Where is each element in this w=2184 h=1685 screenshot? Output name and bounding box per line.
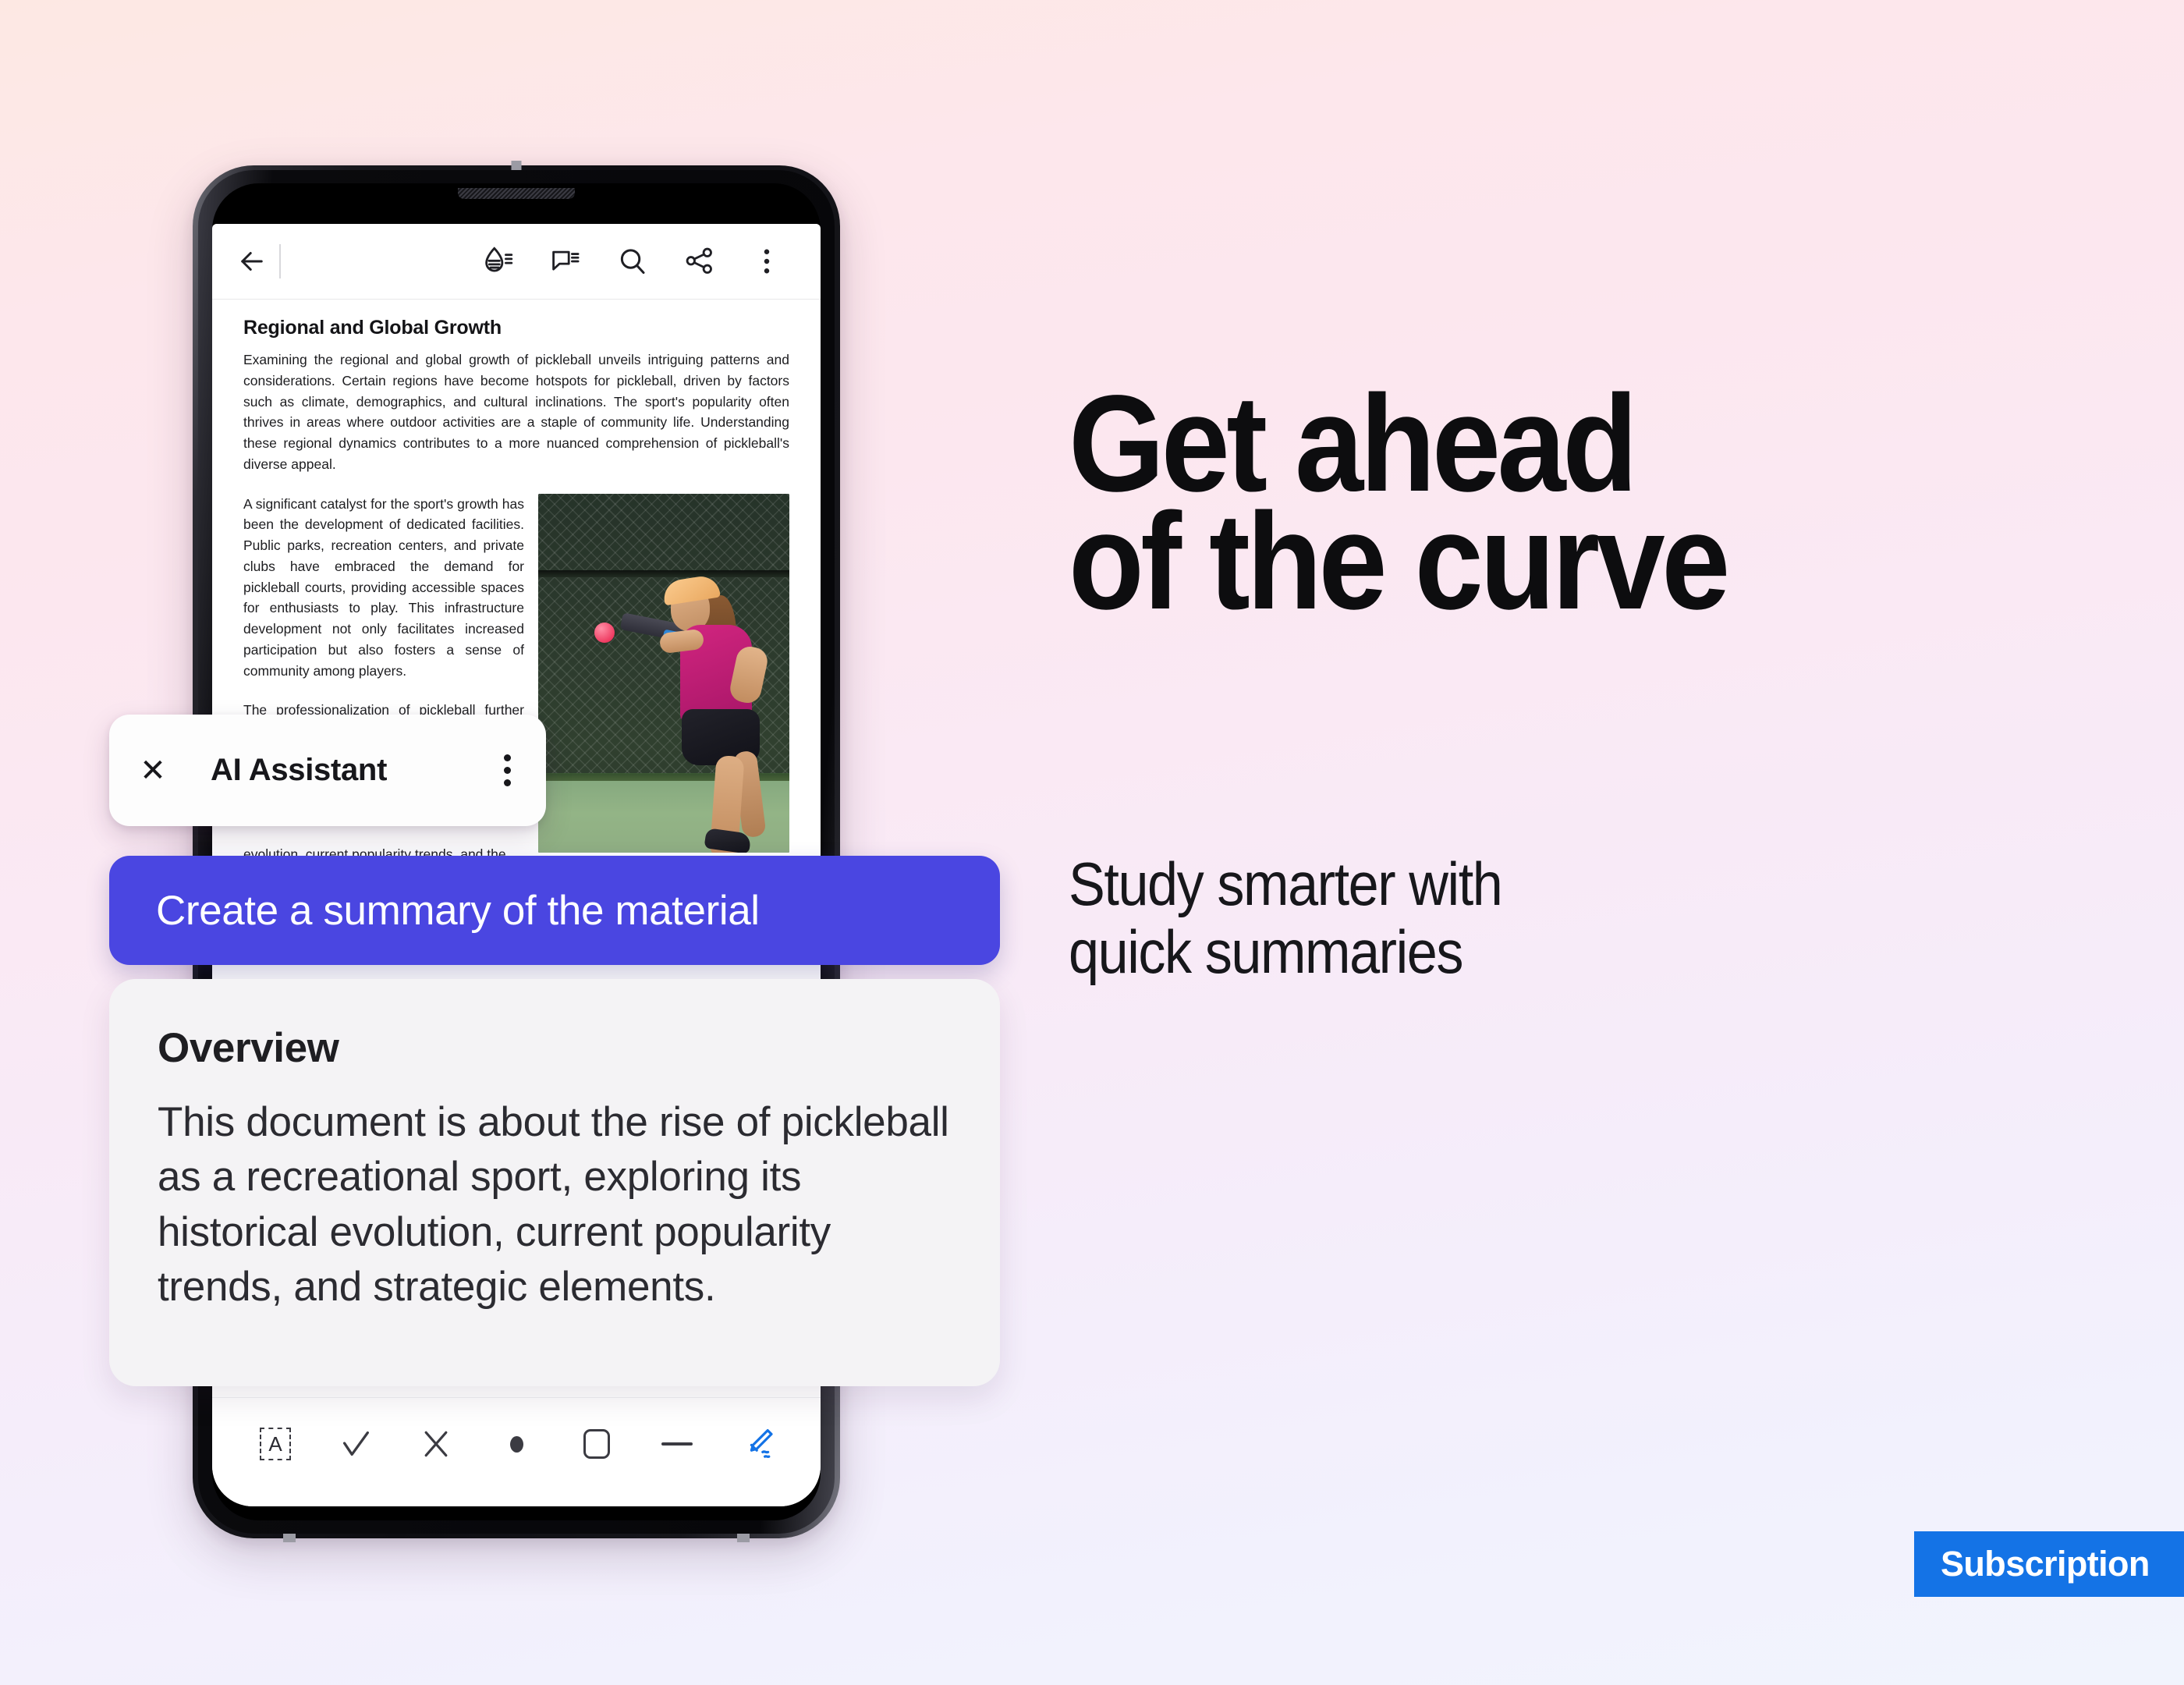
subhead-line-1: Study smarter with bbox=[1069, 850, 1503, 918]
sign-tool-button[interactable] bbox=[733, 1421, 782, 1467]
ai-assistant-overflow-button[interactable] bbox=[493, 754, 521, 786]
subhead-line-2: quick summaries bbox=[1069, 917, 1463, 987]
sign-icon bbox=[750, 1429, 773, 1459]
text-select-icon: A bbox=[260, 1428, 291, 1460]
headline-line-2: of the curve bbox=[1069, 485, 1730, 639]
line-icon bbox=[661, 1442, 693, 1446]
promo-canvas: Regional and Global Growth Examining the… bbox=[0, 0, 2184, 1685]
document-paragraph-1: Examining the regional and global growth… bbox=[243, 352, 789, 472]
rounded-rect-icon bbox=[583, 1429, 610, 1459]
cross-stamp-button[interactable] bbox=[412, 1421, 460, 1467]
subscription-badge: Subscription bbox=[1914, 1531, 2184, 1597]
app-toolbar bbox=[212, 224, 821, 300]
search-button[interactable] bbox=[599, 245, 666, 278]
overview-body: This document is about the rise of pickl… bbox=[158, 1099, 949, 1311]
line-tool-button[interactable] bbox=[653, 1421, 701, 1467]
annotation-toolbar: A bbox=[212, 1397, 821, 1506]
ai-assistant-card: ✕ AI Assistant bbox=[109, 715, 546, 826]
prompt-suggestion-chip[interactable]: Create a summary of the material bbox=[109, 856, 1000, 965]
fence-rail-top bbox=[538, 569, 789, 577]
search-icon bbox=[620, 249, 645, 275]
earpiece-speaker bbox=[458, 188, 575, 199]
pickleball-ball bbox=[594, 622, 615, 643]
prompt-suggestion-label: Create a summary of the material bbox=[156, 887, 760, 934]
marketing-panel: Get ahead of the curve Study smarter wit… bbox=[1069, 0, 2184, 1685]
comment-icon bbox=[552, 250, 580, 271]
liquid-mode-icon bbox=[485, 247, 513, 272]
kebab-dot-1 bbox=[503, 754, 511, 761]
document-heading: Regional and Global Growth bbox=[243, 317, 502, 339]
overflow-menu-button[interactable] bbox=[733, 245, 800, 278]
rectangle-tool-button[interactable] bbox=[573, 1421, 621, 1467]
overview-title: Overview bbox=[158, 1025, 339, 1071]
dot-stamp-button[interactable] bbox=[492, 1421, 541, 1467]
check-stamp-button[interactable] bbox=[332, 1421, 380, 1467]
document-paragraph-2: A significant catalyst for the sport's g… bbox=[243, 495, 524, 679]
share-icon bbox=[686, 247, 712, 274]
liquid-mode-button[interactable] bbox=[465, 245, 532, 278]
text-select-button[interactable]: A bbox=[251, 1421, 300, 1467]
page-subtitle: Study smarter with quick summaries bbox=[1069, 850, 1841, 987]
ai-assistant-title: AI Assistant bbox=[211, 753, 388, 787]
phone-antenna-band-bottom-right bbox=[737, 1533, 750, 1542]
comment-button[interactable] bbox=[532, 245, 599, 278]
kebab-dot-2 bbox=[503, 767, 511, 774]
page-title: Get ahead of the curve bbox=[1069, 375, 2051, 639]
subscription-badge-label: Subscription bbox=[1941, 1544, 2150, 1584]
pickleball-photo bbox=[538, 493, 789, 853]
dot-icon bbox=[509, 1435, 523, 1453]
kebab-dot-3 bbox=[503, 779, 511, 786]
toolbar-divider bbox=[279, 244, 281, 278]
check-icon bbox=[342, 1431, 369, 1456]
close-button[interactable]: ✕ bbox=[136, 755, 170, 786]
cross-icon bbox=[424, 1431, 448, 1457]
overflow-menu-icon bbox=[764, 249, 770, 274]
share-button[interactable] bbox=[666, 245, 733, 278]
arrow-left-icon bbox=[241, 252, 263, 271]
ai-overview-card: Overview This document is about the rise… bbox=[109, 979, 1000, 1386]
phone-antenna-band-bottom-left bbox=[283, 1533, 296, 1542]
back-button[interactable] bbox=[229, 245, 275, 278]
